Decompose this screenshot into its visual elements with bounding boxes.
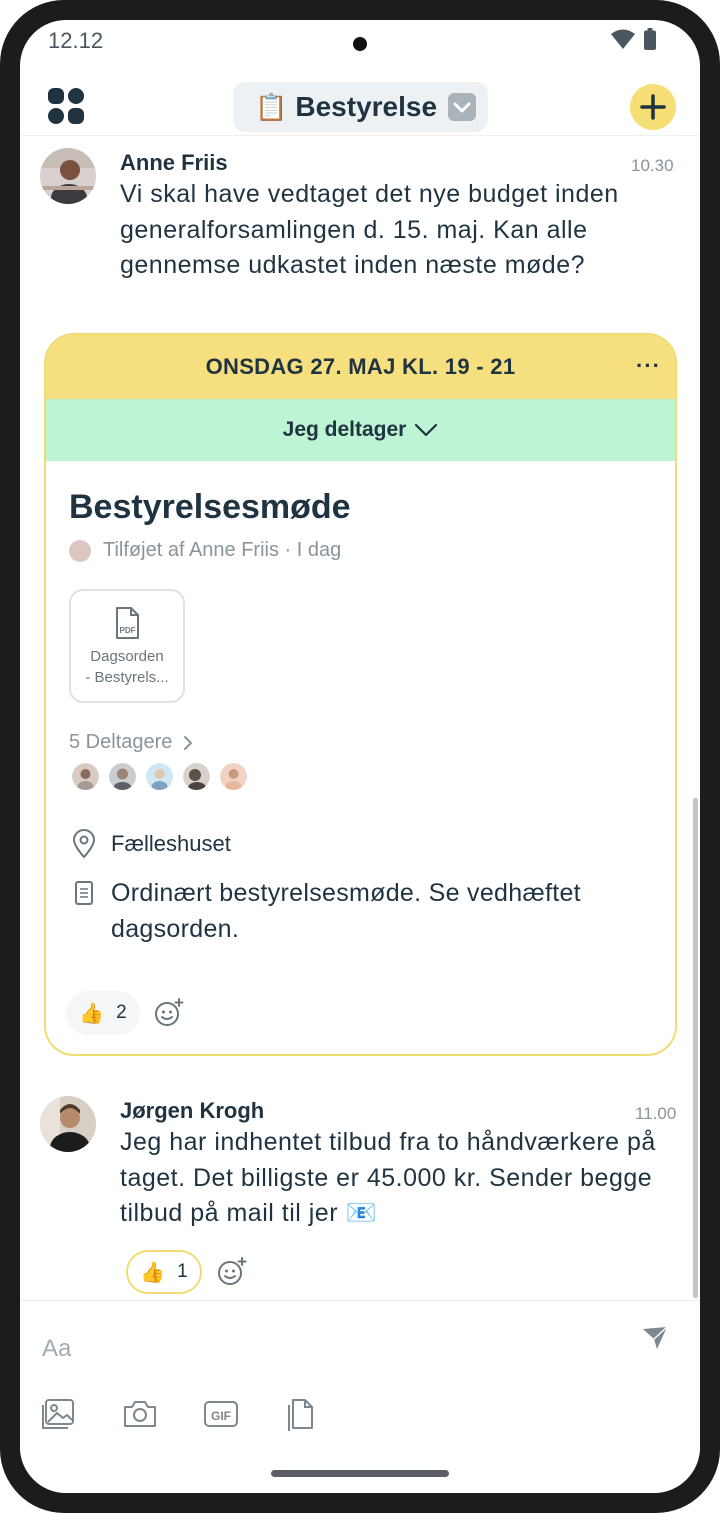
avatar [109, 763, 136, 790]
message-body: Jeg har indhentet tilbud fra to håndværk… [120, 1128, 656, 1227]
participants-avatars[interactable] [72, 763, 247, 790]
event-card[interactable]: ONSDAG 27. MAJ KL. 19 - 21 ··· Jeg delta… [44, 333, 677, 1056]
file-icon[interactable] [282, 1397, 318, 1431]
send-icon[interactable] [640, 1323, 670, 1353]
camera-icon[interactable] [122, 1397, 158, 1431]
add-button[interactable] [630, 84, 676, 130]
event-added-by: Tilføjet af Anne Friis · I dag [69, 539, 341, 562]
thumbs-up-icon: 👍 [79, 1002, 105, 1025]
avatar[interactable] [40, 1096, 96, 1152]
avatar [220, 763, 247, 790]
avatar[interactable] [40, 148, 96, 204]
reaction-thumbs-up[interactable]: 👍 1 [126, 1250, 202, 1294]
wifi-icon [611, 29, 635, 49]
added-by-text: Tilføjet af Anne Friis · I dag [103, 539, 342, 561]
home-indicator[interactable] [271, 1470, 449, 1477]
message-input[interactable] [42, 1329, 602, 1369]
chevron-down-icon [415, 423, 438, 437]
status-time: 12.12 [48, 28, 104, 53]
channel-selector[interactable]: 📋 Bestyrelse [233, 82, 488, 132]
avatar [183, 763, 210, 790]
event-title: Bestyrelsesmøde [69, 488, 351, 526]
chevron-down-icon [448, 93, 476, 121]
message-author[interactable]: Anne Friis [120, 150, 228, 176]
description-text: Ordinært bestyrelsesmøde. Se vedhæftet d… [111, 879, 581, 943]
avatar [72, 763, 99, 790]
message-time: 10.30 [631, 156, 674, 175]
svg-text:GIF: GIF [211, 1409, 231, 1423]
location-pin-icon [73, 829, 95, 858]
rsvp-button[interactable]: Jeg deltager [46, 399, 675, 461]
event-description: Ordinært bestyrelsesmøde. Se vedhæftet d… [71, 875, 651, 947]
chevron-right-icon [184, 735, 193, 750]
message-composer: GIF [20, 1300, 700, 1493]
channel-title: Bestyrelse [295, 91, 438, 122]
event-date: ONSDAG 27. MAJ KL. 19 - 21 [205, 354, 516, 379]
scrollbar[interactable] [693, 798, 698, 1298]
add-reaction-icon[interactable] [217, 1257, 247, 1287]
grid-icon[interactable] [48, 88, 84, 124]
plus-icon [640, 94, 666, 120]
status-bar: 12.12 [20, 20, 700, 60]
avatar [146, 763, 173, 790]
status-icons [610, 28, 656, 50]
message-feed[interactable]: Anne Friis 10.30 Vi skal have vedtaget d… [20, 136, 700, 1300]
rsvp-label: Jeg deltager [282, 418, 407, 441]
participants-link[interactable]: 5 Deltagere [69, 731, 194, 754]
participants-count: 5 Deltagere [69, 731, 173, 753]
add-reaction-icon[interactable] [154, 998, 184, 1028]
location-text: Fælleshuset [111, 831, 231, 856]
image-icon[interactable] [40, 1397, 76, 1431]
camera-cutout [353, 37, 367, 51]
more-options-icon[interactable]: ··· [636, 353, 661, 379]
message-body: Vi skal have vedtaget det nye budget ind… [120, 180, 619, 279]
attachment-name: Dagsorden - Bestyrels... [85, 648, 169, 686]
document-icon [75, 881, 93, 905]
message-time: 11.00 [635, 1104, 677, 1123]
reaction-count: 1 [177, 1261, 188, 1282]
reaction-count: 2 [116, 1002, 127, 1023]
thumbs-up-icon: 👍 [140, 1261, 166, 1284]
clipboard-icon: 📋 [255, 91, 288, 122]
svg-text:PDF: PDF [120, 626, 136, 635]
attachment-card[interactable]: PDF Dagsorden - Bestyrels... [69, 589, 185, 703]
gif-icon[interactable]: GIF [203, 1397, 239, 1431]
event-location: Fælleshuset [71, 829, 231, 859]
message-author[interactable]: Jørgen Krogh [120, 1098, 264, 1124]
chat-header: 📋 Bestyrelse [20, 60, 700, 136]
pdf-file-icon: PDF [116, 607, 139, 639]
reaction-thumbs-up[interactable]: 👍 2 [66, 991, 140, 1035]
event-date-bar: ONSDAG 27. MAJ KL. 19 - 21 ··· [46, 335, 675, 399]
screen: 12.12 📋 Bestyrelse Anne Friis 10.30 Vi s… [20, 20, 700, 1493]
avatar [69, 539, 91, 562]
battery-icon [644, 28, 656, 50]
